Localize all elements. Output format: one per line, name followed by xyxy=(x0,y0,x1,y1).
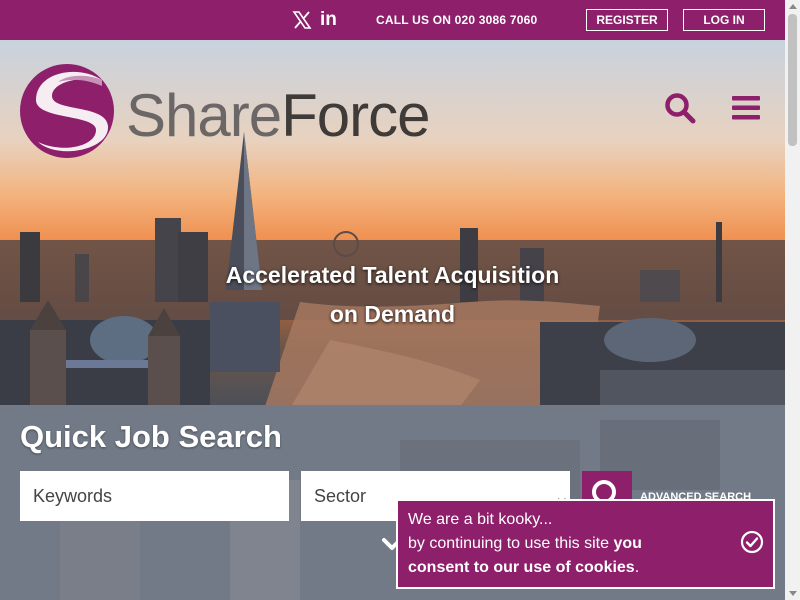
menu-icon[interactable] xyxy=(732,96,760,120)
search-icon[interactable] xyxy=(664,92,696,124)
brand-name-part1: Share xyxy=(126,82,282,149)
keywords-input[interactable] xyxy=(20,471,289,521)
scroll-up-arrow[interactable] xyxy=(789,4,797,9)
cookie-line-3: consent to our use of cookies. xyxy=(408,556,763,580)
top-bar: in CALL US ON 020 3086 7060 REGISTER LOG… xyxy=(0,0,785,40)
x-icon[interactable] xyxy=(292,10,312,30)
register-button[interactable]: REGISTER xyxy=(586,9,668,31)
brand-name-part2: Force xyxy=(281,82,430,149)
linkedin-icon[interactable]: in xyxy=(320,9,337,31)
logo-swirl[interactable] xyxy=(18,62,116,160)
hero-headline: Accelerated Talent Acquisition on Demand xyxy=(190,256,595,334)
cookie-line-2: by continuing to use this site you xyxy=(408,532,763,556)
sector-select-value: Sector xyxy=(314,485,367,506)
cookie-line-2-text: by continuing to use this site xyxy=(408,535,614,552)
scroll-thumb[interactable] xyxy=(788,14,797,146)
check-circle-icon[interactable] xyxy=(740,530,764,554)
cookie-line-3-end: . xyxy=(634,559,640,576)
quick-job-search-title: Quick Job Search xyxy=(20,419,282,454)
cookie-line-1: We are a bit kooky... xyxy=(408,511,553,528)
headline-line-1: Accelerated Talent Acquisition xyxy=(225,262,560,288)
cookie-notice: We are a bit kooky... by continuing to u… xyxy=(396,499,775,589)
login-button[interactable]: LOG IN xyxy=(683,9,765,31)
cookie-line-2-bold: you xyxy=(613,535,642,552)
brand-wordmark[interactable]: ShareForce xyxy=(126,86,430,146)
call-us-text[interactable]: CALL US ON 020 3086 7060 xyxy=(376,13,537,27)
page-scrollbar[interactable] xyxy=(785,0,800,600)
scroll-down-arrow[interactable] xyxy=(789,591,797,596)
cookie-consent-text: consent to our use of cookies xyxy=(408,559,635,576)
headline-line-2: on Demand xyxy=(329,301,456,327)
